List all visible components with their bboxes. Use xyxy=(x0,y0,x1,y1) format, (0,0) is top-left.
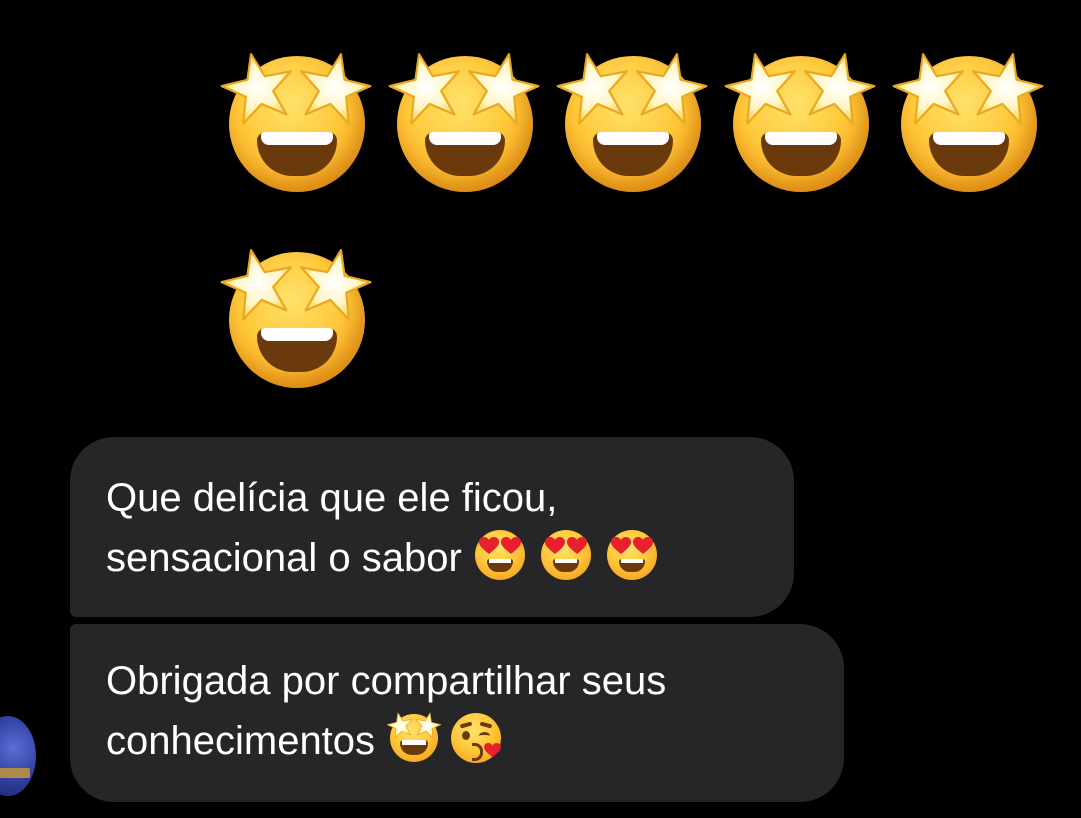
heart-eyes-emoji xyxy=(604,527,660,583)
star-struck-emoji xyxy=(389,50,539,200)
message-bubble[interactable]: Obrigada por compartilhar seus conhecime… xyxy=(70,624,844,802)
heart-eyes-emoji xyxy=(472,527,528,583)
star-struck-emoji xyxy=(221,50,371,200)
emoji-only-message[interactable] xyxy=(221,50,1061,442)
sender-avatar[interactable] xyxy=(0,716,36,796)
message-bubble[interactable]: Que delícia que ele ficou, sensacional o… xyxy=(70,437,794,617)
kissing-face-emoji xyxy=(448,710,504,766)
message-text-line: Que delícia que ele ficou, xyxy=(106,476,558,520)
heart-eyes-emoji xyxy=(538,527,594,583)
star-struck-emoji xyxy=(557,50,707,200)
star-struck-emoji xyxy=(893,50,1043,200)
star-struck-emoji xyxy=(386,710,442,766)
emoji-row-2 xyxy=(221,246,1061,396)
emoji-row-1 xyxy=(221,50,1061,200)
star-struck-emoji xyxy=(725,50,875,200)
message-text-line: sensacional o sabor xyxy=(106,527,758,587)
star-struck-emoji xyxy=(221,246,371,396)
message-text-line: Obrigada por compartilhar seus xyxy=(106,659,667,703)
message-text-line: conhecimentos xyxy=(106,710,808,770)
